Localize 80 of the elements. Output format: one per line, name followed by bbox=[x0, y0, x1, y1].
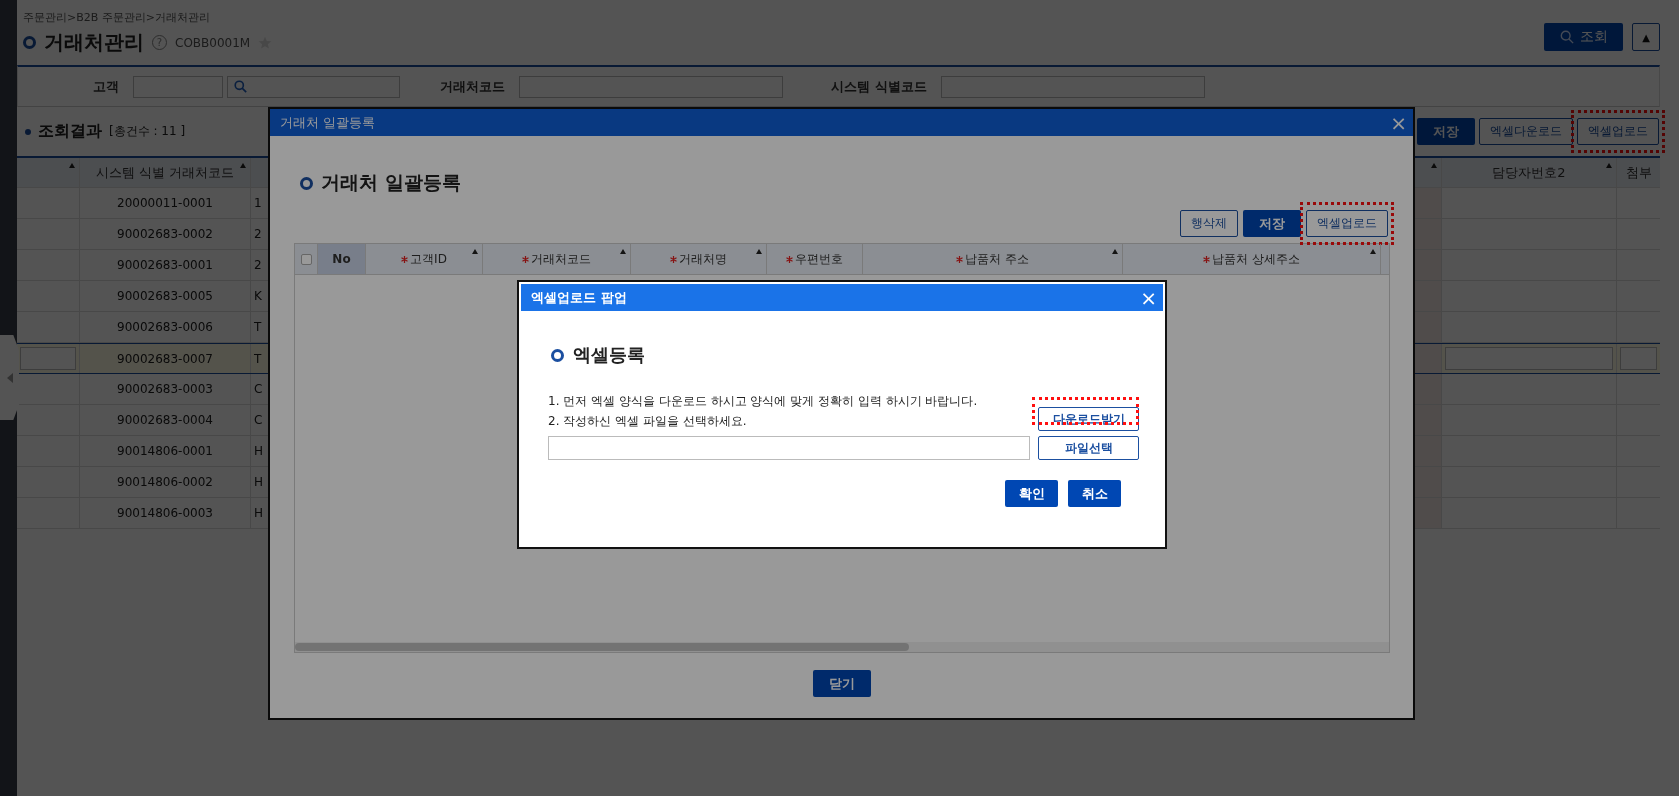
sort-icon[interactable] bbox=[1431, 163, 1437, 168]
column-header[interactable]: 고객ID bbox=[366, 244, 483, 274]
required-icon bbox=[786, 255, 793, 263]
page-title: 거래처관리 bbox=[44, 29, 144, 56]
table-cell: 1 bbox=[254, 196, 262, 210]
dialog-button[interactable]: 확인 bbox=[1005, 480, 1058, 507]
sort-icon[interactable] bbox=[1370, 249, 1376, 254]
required-icon bbox=[401, 255, 409, 263]
table-cell: K bbox=[254, 289, 262, 303]
scrollbar-thumb[interactable] bbox=[295, 643, 909, 651]
title-bullet-icon bbox=[551, 348, 564, 362]
dialog-button[interactable]: 취소 bbox=[1068, 480, 1121, 507]
dialog-title: 거래처 일괄등록 bbox=[280, 113, 376, 132]
close-button[interactable]: × bbox=[1140, 287, 1157, 308]
table-cell: 90002683-0001 bbox=[117, 258, 213, 272]
table-cell: H bbox=[254, 506, 264, 520]
section-bullet-icon bbox=[25, 128, 31, 135]
choose-file-button[interactable]: 파일선택 bbox=[1038, 436, 1139, 460]
column-header[interactable]: 거래처명 bbox=[631, 244, 767, 274]
table-cell: 90002683-0002 bbox=[117, 227, 213, 241]
collapse-button[interactable]: ▲ bbox=[1632, 23, 1660, 51]
instruction-text: 1. 먼저 엑셀 양식을 다운로드 하시고 양식에 맞게 정확히 입력 하시기 바랍니다. bbox=[548, 394, 978, 408]
results-count: [총건수 : 11 ] bbox=[109, 123, 186, 140]
table-cell: 2 bbox=[254, 227, 262, 241]
required-icon bbox=[670, 255, 677, 263]
table-cell: C bbox=[254, 382, 263, 396]
sort-icon[interactable] bbox=[1112, 249, 1118, 254]
table-cell: 90014806-0001 bbox=[117, 444, 213, 458]
table-cell: H bbox=[254, 444, 264, 458]
instruction-text: 2. 작성하신 엑셀 파일을 선택하세요. bbox=[548, 414, 747, 428]
table-cell: 20000011-0001 bbox=[117, 196, 213, 210]
sort-icon[interactable] bbox=[240, 163, 246, 168]
toolbar-button[interactable]: 행삭제 bbox=[1180, 210, 1238, 237]
screen-code: COBB0001M bbox=[175, 35, 251, 50]
sort-icon[interactable] bbox=[472, 249, 478, 254]
table-cell: 90002683-0004 bbox=[117, 413, 213, 427]
filter-label: 거래처코드 bbox=[440, 77, 505, 96]
toolbar-button[interactable]: 엑셀업로드 bbox=[1306, 210, 1388, 237]
table-cell: T bbox=[254, 351, 262, 366]
filter-label: 고객 bbox=[93, 77, 119, 96]
table-cell: 90002683-0003 bbox=[117, 382, 213, 396]
title-bullet-icon bbox=[300, 176, 313, 190]
table-cell: 2 bbox=[254, 258, 262, 272]
column-header[interactable]: 납품처 상세주소 bbox=[1123, 244, 1381, 274]
search-icon bbox=[1559, 30, 1574, 44]
file-path-field[interactable] bbox=[548, 436, 1030, 460]
search-icon bbox=[234, 80, 247, 93]
column-header[interactable]: 우편번호 bbox=[767, 244, 863, 274]
breadcrumb: 주문관리>B2B 주문관리>거래처관리 bbox=[23, 10, 212, 25]
table-cell: 90002683-0005 bbox=[117, 289, 213, 303]
close-button[interactable]: × bbox=[1390, 112, 1407, 133]
column-header[interactable]: 납품처 주소 bbox=[863, 244, 1123, 274]
results-title: 조회결과 bbox=[38, 121, 102, 142]
sort-icon[interactable] bbox=[1606, 163, 1612, 168]
sort-icon[interactable] bbox=[620, 249, 626, 254]
table-cell: H bbox=[254, 475, 264, 489]
table-cell: 90002683-0007 bbox=[117, 351, 213, 366]
close-dialog-button[interactable]: 닫기 bbox=[813, 670, 871, 697]
popup-title: 엑셀업로드 팝업 bbox=[531, 288, 627, 307]
sort-icon[interactable] bbox=[69, 163, 75, 168]
table-cell: T bbox=[254, 320, 262, 334]
sort-icon[interactable] bbox=[756, 249, 762, 254]
select-all-checkbox[interactable] bbox=[300, 253, 312, 265]
popup-heading: 엑셀등록 bbox=[573, 343, 645, 367]
side-toggle-tab[interactable] bbox=[0, 335, 19, 420]
customer-search-field[interactable] bbox=[227, 75, 400, 98]
column-header[interactable]: No bbox=[318, 244, 366, 274]
table-cell: 90014806-0003 bbox=[117, 506, 213, 520]
left-arrow-icon bbox=[6, 372, 13, 383]
required-icon bbox=[1203, 255, 1211, 263]
table-cell: 90014806-0002 bbox=[117, 475, 213, 489]
table-cell: 90002683-0006 bbox=[117, 320, 213, 334]
table-cell: C bbox=[254, 413, 263, 427]
filter-label: 시스템 식별코드 bbox=[831, 77, 927, 96]
required-icon bbox=[956, 255, 964, 263]
toolbar-button[interactable]: 저장 bbox=[1243, 210, 1301, 237]
required-icon bbox=[522, 255, 529, 263]
dialog-heading: 거래처 일괄등록 bbox=[321, 170, 461, 195]
title-bullet-icon bbox=[23, 36, 36, 49]
column-header[interactable]: 거래처코드 bbox=[483, 244, 631, 274]
